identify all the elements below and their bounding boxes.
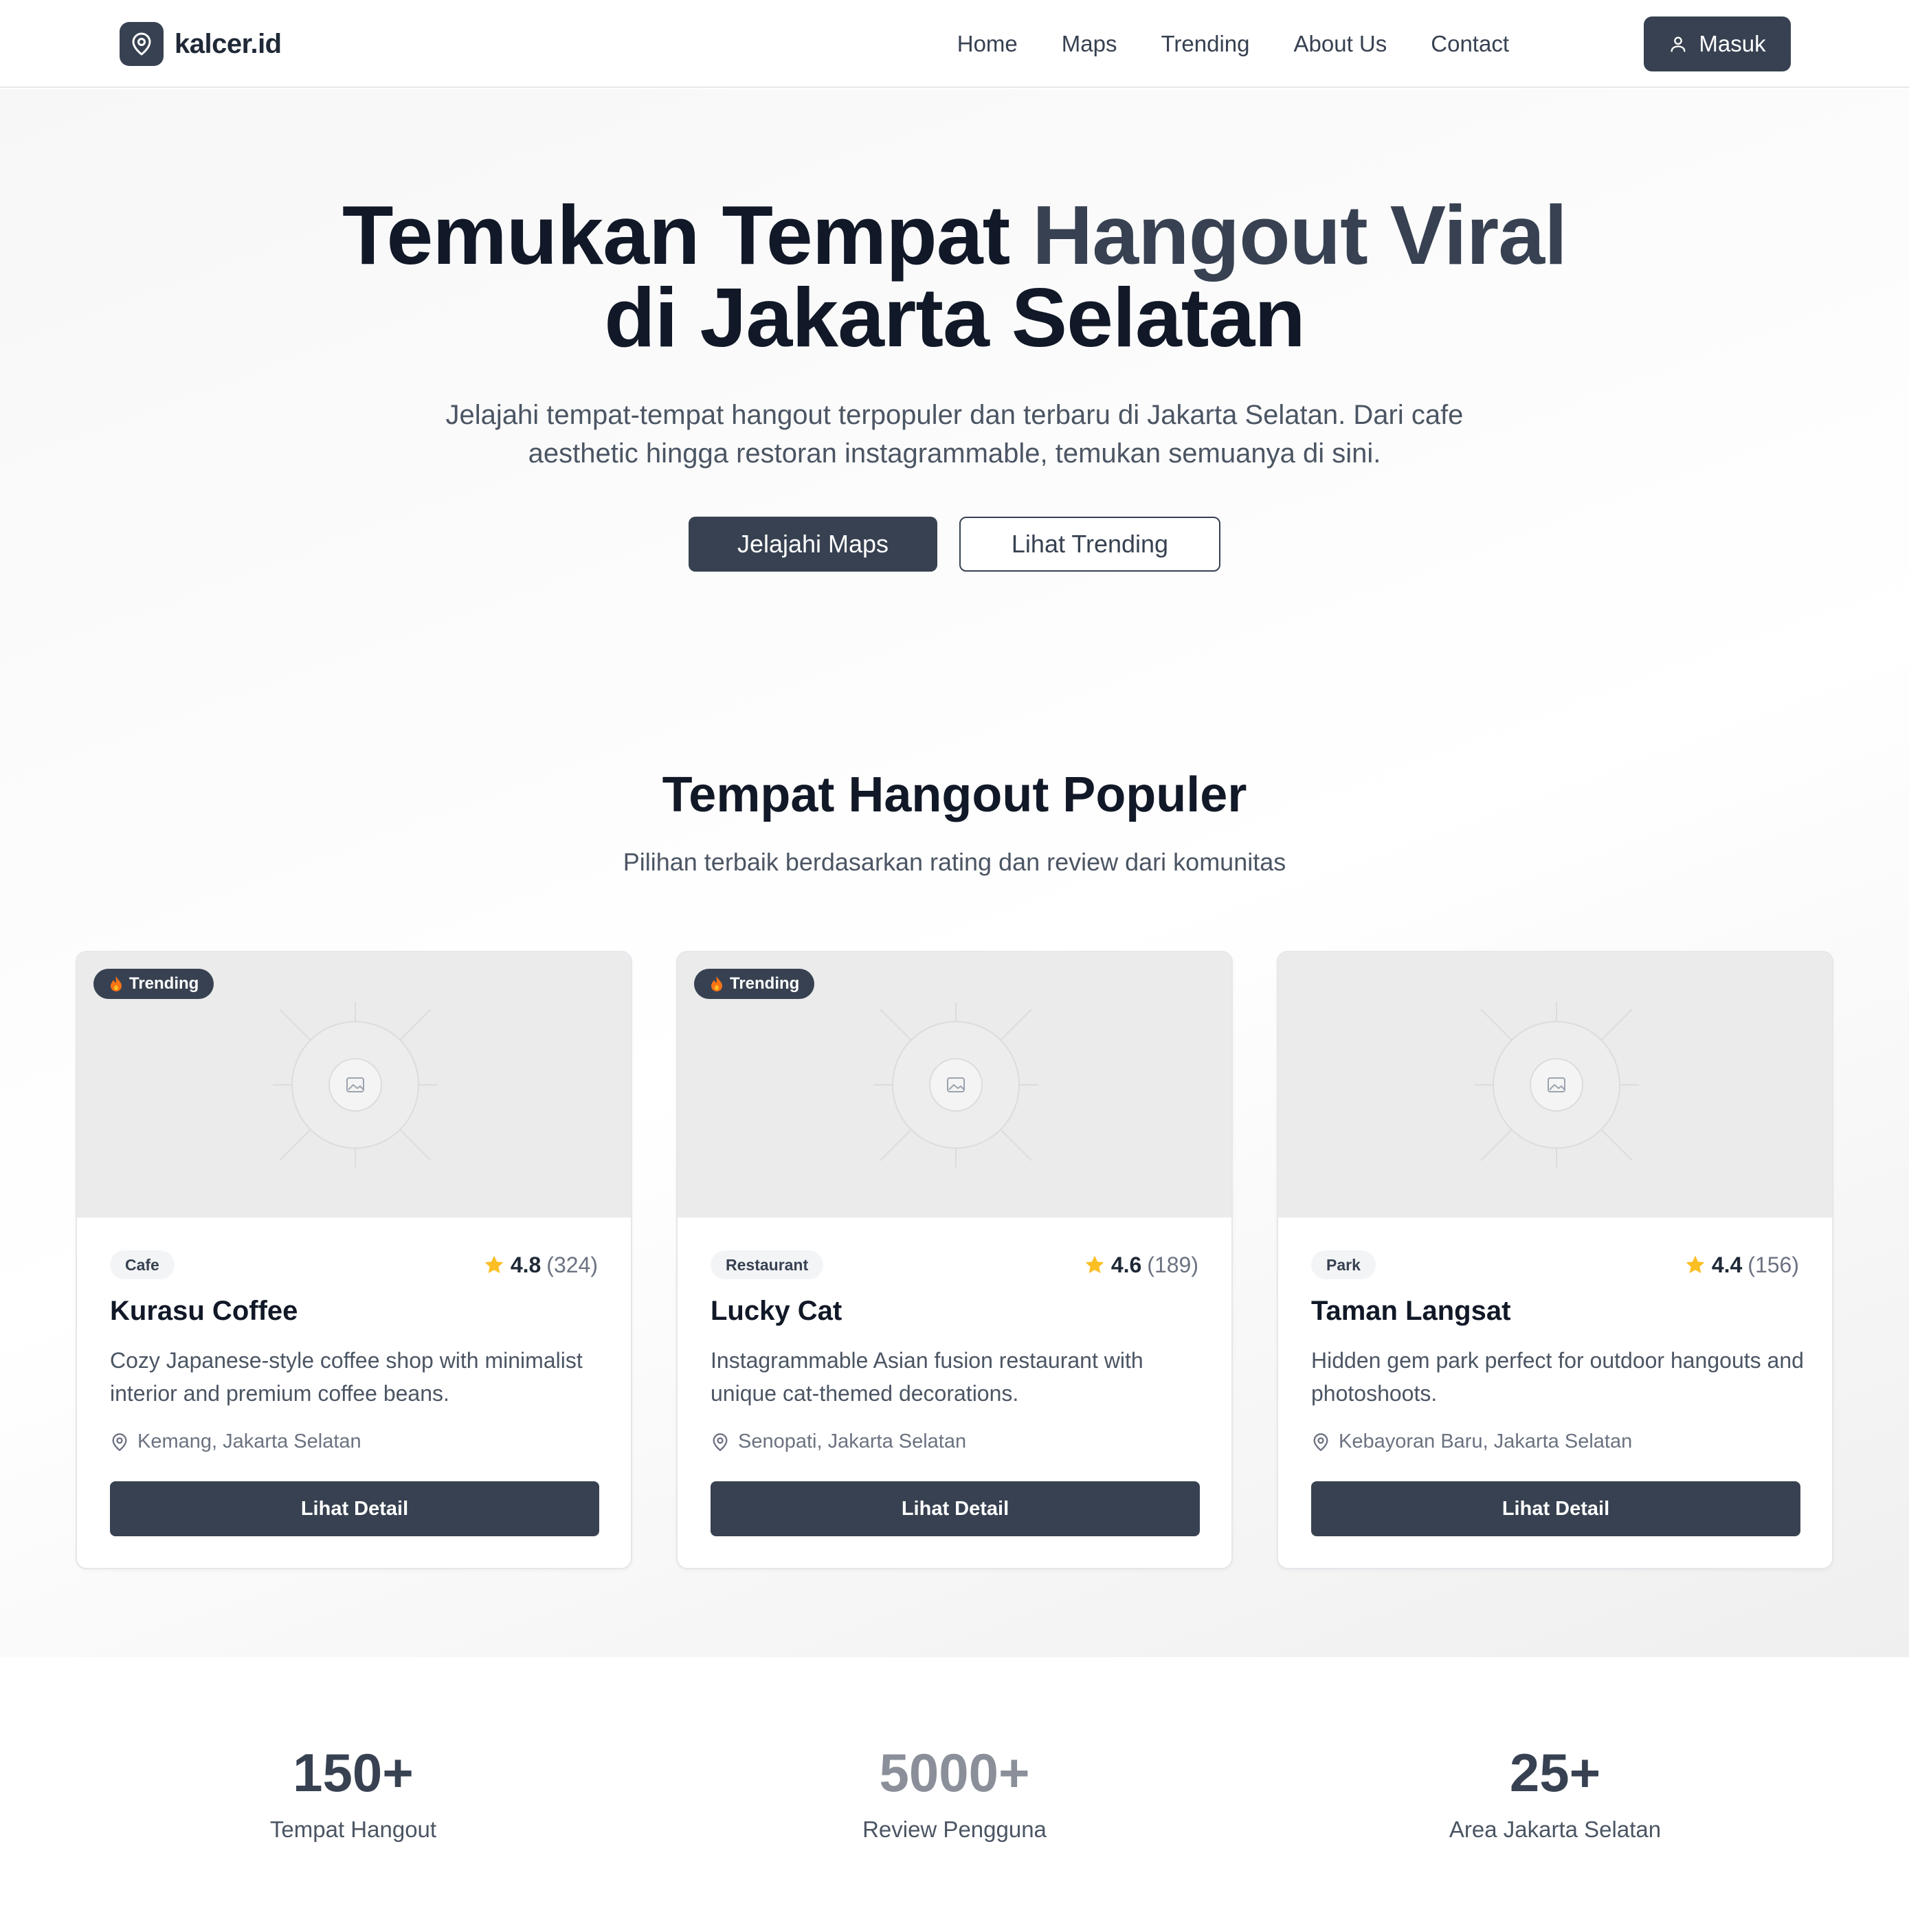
- stat-value: 150+: [293, 1742, 414, 1803]
- stat-places: 150+ Tempat Hangout: [147, 1738, 559, 1843]
- stat-label: Review Pengguna: [862, 1817, 1047, 1842]
- user-icon: [1671, 36, 1686, 52]
- trending-badge-label: Trending: [730, 974, 800, 993]
- stat-label: Tempat Hangout: [269, 1817, 437, 1842]
- image-placeholder-icon: [873, 1002, 1038, 1167]
- map-pin-icon: [120, 22, 164, 66]
- rating: 4.8 (324): [483, 1250, 598, 1279]
- star-icon: [1686, 1255, 1705, 1274]
- view-detail-button[interactable]: Lihat Detail: [711, 1481, 1200, 1536]
- trending-badge: Trending: [694, 969, 815, 999]
- hero-subtitle: Jelajahi tempat-tempat hangout terpopule…: [445, 400, 1464, 469]
- place-description: Instagrammable Asian fusion restaurant w…: [711, 1348, 1143, 1406]
- nav-link-contact[interactable]: Contact: [1431, 31, 1509, 57]
- place-card[interactable]: Trending Cafe 4.8 (324) Kurasu Coffee Co…: [76, 951, 632, 1569]
- trending-badge: Trending: [93, 969, 214, 999]
- stat-value: 25+: [1509, 1742, 1601, 1803]
- place-name: Taman Langsat: [1311, 1296, 1511, 1326]
- place-location-text: Kemang, Jakarta Selatan: [137, 1430, 361, 1452]
- view-trending-button[interactable]: Lihat Trending: [959, 517, 1220, 572]
- hero-title-part1: Temukan Tempat: [342, 188, 1033, 282]
- stat-areas: 25+ Area Jakarta Selatan: [1349, 1738, 1761, 1843]
- rating: 4.6 (189): [1084, 1250, 1198, 1279]
- nav-link-about-us[interactable]: About Us: [1294, 31, 1387, 57]
- place-name: Lucky Cat: [711, 1296, 842, 1326]
- hero-title: Temukan Tempat Hangout Viral di Jakarta …: [0, 193, 1909, 359]
- hero-title-accent: Hangout Viral: [1032, 188, 1567, 282]
- place-card[interactable]: Trending Restaurant 4.6 (189) Lucky Cat …: [676, 951, 1233, 1569]
- place-card[interactable]: Park 4.4 (156) Taman Langsat Hidden gem …: [1277, 951, 1833, 1569]
- view-detail-button[interactable]: Lihat Detail: [1311, 1481, 1800, 1536]
- brand-name: kalcer.id: [175, 28, 282, 59]
- star-icon: [1085, 1255, 1104, 1274]
- nav-links: Home Maps Trending About Us Contact: [957, 0, 1509, 88]
- popular-section-subtitle: Pilihan terbaik berdasarkan rating dan r…: [623, 848, 1286, 876]
- place-description: Cozy Japanese-style coffee shop with min…: [110, 1348, 583, 1406]
- brand-logo[interactable]: kalcer.id: [120, 22, 282, 66]
- rating: 4.4 (156): [1684, 1250, 1799, 1279]
- place-description: Hidden gem park perfect for outdoor hang…: [1311, 1348, 1804, 1406]
- category-pill: Park: [1311, 1250, 1376, 1279]
- place-location: Kebayoran Baru, Jakarta Selatan: [1311, 1430, 1632, 1453]
- navbar: kalcer.id Home Maps Trending About Us Co…: [0, 0, 1909, 88]
- category-pill: Restaurant: [711, 1250, 824, 1279]
- stat-value: 5000+: [879, 1742, 1030, 1803]
- rating-value: 4.6: [1110, 1252, 1142, 1277]
- trending-badge-label: Trending: [129, 974, 199, 993]
- hero-title-line2: di Jakarta Selatan: [604, 271, 1306, 364]
- category-pill: Cafe: [110, 1250, 175, 1279]
- flame-icon: [711, 976, 722, 991]
- rating-value: 4.4: [1711, 1252, 1743, 1277]
- place-name: Kurasu Coffee: [110, 1296, 298, 1326]
- rating-value: 4.8: [510, 1252, 542, 1277]
- place-location: Senopati, Jakarta Selatan: [711, 1430, 966, 1453]
- place-location: Kemang, Jakarta Selatan: [110, 1430, 361, 1453]
- image-placeholder-icon: [1474, 1002, 1639, 1167]
- nav-link-trending[interactable]: Trending: [1161, 31, 1249, 57]
- location-pin-icon: [1313, 1433, 1328, 1451]
- view-detail-button[interactable]: Lihat Detail: [110, 1481, 599, 1536]
- star-icon: [484, 1255, 504, 1274]
- explore-maps-button[interactable]: Jelajahi Maps: [689, 517, 937, 572]
- location-pin-icon: [112, 1433, 127, 1451]
- popular-section-title: Tempat Hangout Populer: [662, 767, 1247, 822]
- review-count: (189): [1147, 1252, 1198, 1277]
- place-image-placeholder: [1278, 952, 1832, 1217]
- location-pin-icon: [713, 1433, 728, 1451]
- review-count: (156): [1748, 1252, 1799, 1277]
- place-location-text: Senopati, Jakarta Selatan: [738, 1430, 967, 1452]
- nav-link-home[interactable]: Home: [957, 31, 1018, 57]
- place-location-text: Kebayoran Baru, Jakarta Selatan: [1339, 1430, 1633, 1452]
- review-count: (324): [546, 1252, 598, 1277]
- login-label: Masuk: [1699, 31, 1766, 56]
- login-button[interactable]: Masuk: [1644, 16, 1791, 71]
- flame-icon: [111, 976, 122, 991]
- nav-link-maps[interactable]: Maps: [1062, 31, 1117, 57]
- image-placeholder-icon: [273, 1002, 438, 1167]
- stat-reviews: 5000+ Review Pengguna: [748, 1738, 1161, 1843]
- stat-label: Area Jakarta Selatan: [1449, 1817, 1662, 1842]
